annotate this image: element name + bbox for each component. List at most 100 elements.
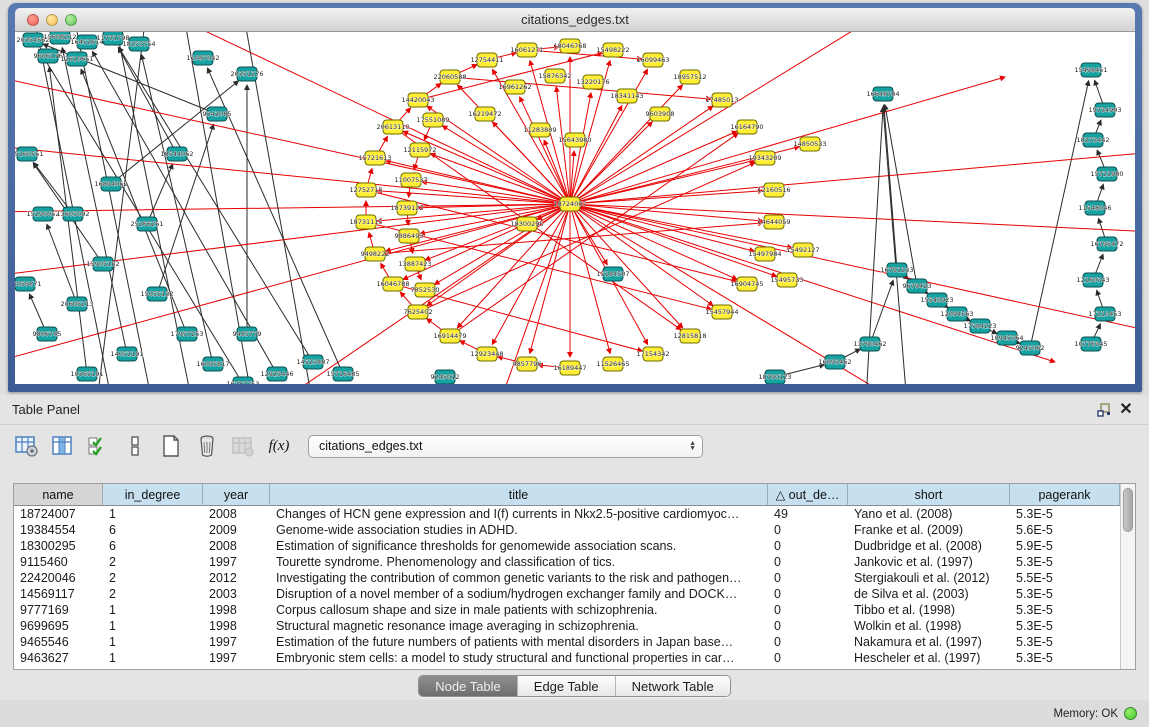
graph-node[interactable]: 13220176	[576, 75, 609, 89]
graph-node[interactable]: 15290052	[26, 207, 59, 221]
graph-node[interactable]: 15540923	[920, 293, 953, 307]
graph-node[interactable]: 10776345	[1074, 337, 1107, 351]
close-window-button[interactable]	[27, 14, 39, 26]
graph-node[interactable]: 11007537	[394, 173, 427, 187]
graph-node[interactable]: 17957253	[170, 327, 203, 341]
graph-node[interactable]: 16791233	[880, 263, 913, 277]
graph-node[interactable]: 15721980	[1090, 167, 1123, 181]
minimize-window-button[interactable]	[46, 14, 58, 26]
graph-node[interactable]: 20351276	[230, 67, 263, 81]
table-settings-button[interactable]	[12, 431, 42, 461]
graph-node[interactable]: 10365191	[70, 367, 103, 381]
graph-node[interactable]: 16795472	[1090, 237, 1123, 251]
column-header-in_degree[interactable]: in_degree	[103, 484, 203, 506]
graph-node[interactable]: 16914479	[433, 329, 466, 343]
graph-node[interactable]: 12923446	[260, 367, 293, 381]
graph-node[interactable]: 18957512	[673, 70, 706, 84]
graph-node[interactable]: 15876342	[538, 69, 571, 83]
table-row[interactable]: 1456911722003Disruption of a novel membe…	[14, 586, 1120, 602]
graph-node[interactable]: 15716485	[326, 367, 359, 381]
graph-node[interactable]: 9679423	[903, 279, 932, 293]
graph-node[interactable]: 9886493	[395, 229, 424, 243]
graph-node[interactable]: 11548046	[1078, 201, 1111, 215]
citation-network-graph[interactable]: 1872400718046768154982221609946318957512…	[15, 32, 1135, 384]
graph-node[interactable]: 14523487	[296, 355, 329, 369]
graph-node[interactable]: 18273442	[1076, 133, 1109, 147]
graph-node[interactable]: 16189447	[553, 361, 586, 375]
function-builder-button[interactable]: f(x)	[264, 431, 294, 461]
graph-node[interactable]: 15495733	[770, 273, 803, 287]
table-row[interactable]: 969969511998Structural magnetic resonanc…	[14, 618, 1120, 634]
column-header-title[interactable]: title	[270, 484, 768, 506]
table-row[interactable]: 1830029562008Estimation of significance …	[14, 538, 1120, 554]
graph-node[interactable]: 9498222	[361, 247, 390, 261]
tab-network-table[interactable]: Network Table	[616, 676, 730, 696]
graph-node[interactable]: 15492127	[786, 243, 819, 257]
graph-node[interactable]: 25266251	[130, 217, 163, 231]
table-row[interactable]: 911546021997Tourette syndrome. Phenomeno…	[14, 554, 1120, 570]
graph-node[interactable]: 9245062	[1016, 341, 1045, 355]
network-canvas[interactable]: 1872400718046768154982221609946318957512…	[15, 32, 1135, 384]
graph-node[interactable]: 15498222	[596, 43, 629, 57]
close-panel-icon[interactable]: ✕	[1115, 401, 1137, 419]
column-header-short[interactable]: short	[848, 484, 1010, 506]
graph-node[interactable]: 12923448	[470, 347, 503, 361]
table-row[interactable]: 1938455462009Genome-wide association stu…	[14, 522, 1120, 538]
graph-node[interactable]: 16099463	[636, 53, 669, 67]
column-header-year[interactable]: year	[203, 484, 270, 506]
graph-node[interactable]: 16648784	[866, 87, 899, 101]
graph-node[interactable]: 17154342	[636, 347, 669, 361]
graph-node[interactable]: 16059871	[15, 277, 42, 291]
graph-node[interactable]: 19734903	[1088, 103, 1121, 117]
graph-node[interactable]: 9857796	[513, 357, 542, 371]
graph-node[interactable]: 16894062	[94, 177, 127, 191]
graph-node[interactable]: 18731115	[349, 215, 382, 229]
tab-edge-table[interactable]: Edge Table	[518, 676, 616, 696]
graph-node[interactable]: 7852530	[411, 283, 440, 297]
graph-node[interactable]: 18046768	[553, 39, 586, 53]
column-header-name[interactable]: name	[14, 484, 103, 506]
graph-node[interactable]: 14850533	[793, 137, 826, 151]
zoom-window-button[interactable]	[65, 14, 77, 26]
graph-node[interactable]: 15184507	[596, 267, 629, 281]
graph-node[interactable]: 16782753	[226, 377, 259, 384]
row-height-button[interactable]	[120, 431, 150, 461]
float-panel-icon[interactable]	[1093, 401, 1115, 419]
graph-node[interactable]: 12160343	[1076, 273, 1109, 287]
table-row[interactable]: 946362711997Embryonic stem cells: a mode…	[14, 650, 1120, 666]
graph-node[interactable]: 9342085	[203, 107, 232, 121]
graph-node[interactable]: 14420043	[401, 93, 434, 107]
graph-node[interactable]: 11283809	[523, 123, 556, 137]
graph-node[interactable]: 16095817	[196, 357, 229, 371]
graph-node[interactable]: 16961262	[498, 80, 531, 94]
graph-node[interactable]: 16061271	[510, 43, 543, 57]
graph-node[interactable]: 9245012	[431, 370, 460, 384]
graph-node[interactable]: 9603908	[646, 107, 675, 121]
graph-node[interactable]: 12115972	[403, 143, 436, 157]
select-mode-button[interactable]	[84, 431, 114, 461]
graph-node[interactable]: 14644059	[757, 215, 790, 229]
column-edit-button[interactable]	[48, 431, 78, 461]
graph-node[interactable]: 17551089	[416, 113, 449, 127]
vertical-scrollbar[interactable]	[1120, 484, 1135, 669]
graph-node[interactable]: 12815818	[673, 329, 706, 343]
import-table-button[interactable]	[228, 431, 258, 461]
table-row[interactable]: 977716911998Corpus callosum shape and si…	[14, 602, 1120, 618]
graph-node[interactable]: 9485779	[233, 327, 262, 341]
column-header-pagerank[interactable]: pagerank	[1010, 484, 1120, 506]
graph-node[interactable]: 15498451	[1074, 63, 1107, 77]
graph-node[interactable]: 15457944	[705, 305, 738, 319]
graph-node[interactable]: 12094563	[940, 307, 973, 321]
graph-node[interactable]: 9606176	[34, 49, 63, 63]
graph-node[interactable]: 17485013	[705, 93, 738, 107]
scrollbar-thumb[interactable]	[1123, 488, 1133, 532]
tab-node-table[interactable]: Node Table	[419, 676, 518, 696]
table-row[interactable]: 2242004622012Investigating the contribut…	[14, 570, 1120, 586]
graph-node[interactable]: 16219472	[468, 107, 501, 121]
graph-node[interactable]: 25260551	[15, 147, 44, 161]
graph-node[interactable]: 18790123	[758, 370, 791, 384]
graph-node[interactable]: 11087042	[186, 51, 219, 65]
table-row[interactable]: 946554611997Estimation of the future num…	[14, 634, 1120, 650]
graph-node[interactable]: 13605092	[56, 207, 89, 221]
delete-table-button[interactable]	[192, 431, 222, 461]
